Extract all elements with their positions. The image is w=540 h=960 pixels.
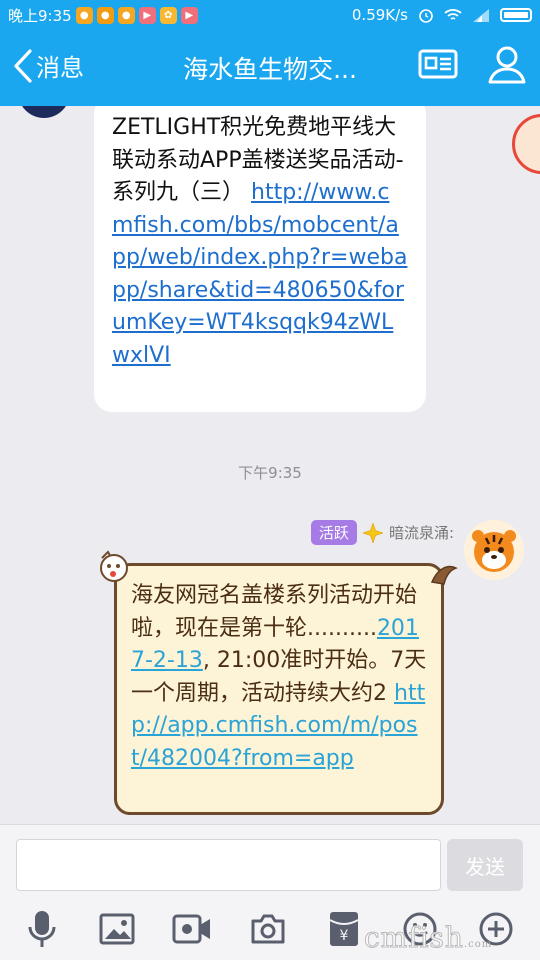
- alarm-icon: [419, 9, 433, 23]
- svg-text:¥: ¥: [340, 928, 349, 944]
- network-speed: 0.59K/s: [351, 6, 408, 24]
- page-title: 海水鱼生物交...: [183, 55, 357, 84]
- id-card-icon: [418, 49, 458, 79]
- status-bar: 晚上9:35 ● ● ● ▶ ✿ ▶ 0.59K/s: [0, 0, 540, 30]
- red-packet-icon: ¥: [329, 912, 359, 946]
- message-input[interactable]: [16, 839, 441, 891]
- tiger-avatar-icon: [472, 530, 516, 572]
- activity-badge: 活跃: [310, 520, 357, 545]
- back-button[interactable]: 消息: [12, 48, 84, 83]
- group-info-button[interactable]: [418, 48, 458, 84]
- chevron-left-icon: [14, 48, 32, 83]
- group-members-button[interactable]: [486, 44, 528, 90]
- cat-bubble-decoration-icon: [100, 550, 128, 582]
- battery-icon: [500, 8, 532, 22]
- sender-info: 活跃 暗流泉涌:: [310, 520, 454, 545]
- watermark: cmfish.com: [364, 921, 493, 955]
- chat-area[interactable]: ZETLIGHT积光免费地平线大联动系动APP盖楼送奖品活动-系列九（三） ht…: [0, 106, 540, 824]
- camera-icon: [251, 914, 285, 944]
- message-timestamp: 下午9:35: [238, 464, 302, 482]
- red-packet-button[interactable]: ¥: [324, 909, 364, 949]
- input-bar: 发送 ¥ cmfish.com: [0, 824, 540, 960]
- app-notification-icon: ●: [75, 6, 93, 24]
- outgoing-message-bubble[interactable]: 海友网冠名盖楼系列活动开始啦，现在是第十轮..........2017-2-13…: [114, 563, 444, 815]
- video-camera-icon: [172, 914, 210, 944]
- image-icon: [99, 913, 135, 945]
- image-button[interactable]: [97, 909, 137, 949]
- title-bar: 消息 海水鱼生物交...: [0, 30, 540, 106]
- app-notification-icon: ●: [117, 6, 135, 24]
- back-label: 消息: [36, 54, 84, 82]
- message-text: 海友网冠名盖楼系列活动开始啦，现在是第十轮..........: [131, 583, 418, 641]
- bubble-tail-decoration-icon: [430, 565, 458, 585]
- sender-name[interactable]: 暗流泉涌:: [389, 522, 454, 543]
- sticker-icon: [512, 114, 540, 174]
- avatar[interactable]: [18, 106, 70, 118]
- app-notification-icon: ●: [96, 6, 114, 24]
- incoming-message-bubble[interactable]: ZETLIGHT积光免费地平线大联动系动APP盖楼送奖品活动-系列九（三） ht…: [94, 106, 426, 412]
- person-icon: [488, 46, 526, 84]
- status-time: 晚上9:35: [8, 6, 72, 25]
- video-app-icon: ▶: [138, 6, 156, 24]
- send-button[interactable]: 发送: [447, 839, 523, 891]
- camera-button[interactable]: [248, 909, 288, 949]
- sparkle-icon: [362, 522, 383, 543]
- avatar[interactable]: [464, 520, 524, 580]
- message-link[interactable]: http://www.cmfish.com/bbs/mobcent/app/we…: [112, 180, 407, 368]
- signal-icon: [473, 9, 489, 22]
- video-call-button[interactable]: [172, 909, 212, 949]
- video-app-icon: ▶: [180, 6, 198, 24]
- microphone-icon: [28, 911, 56, 947]
- app-notification-icon: ✿: [159, 6, 177, 24]
- wifi-icon: [444, 9, 462, 20]
- voice-button[interactable]: [22, 909, 62, 949]
